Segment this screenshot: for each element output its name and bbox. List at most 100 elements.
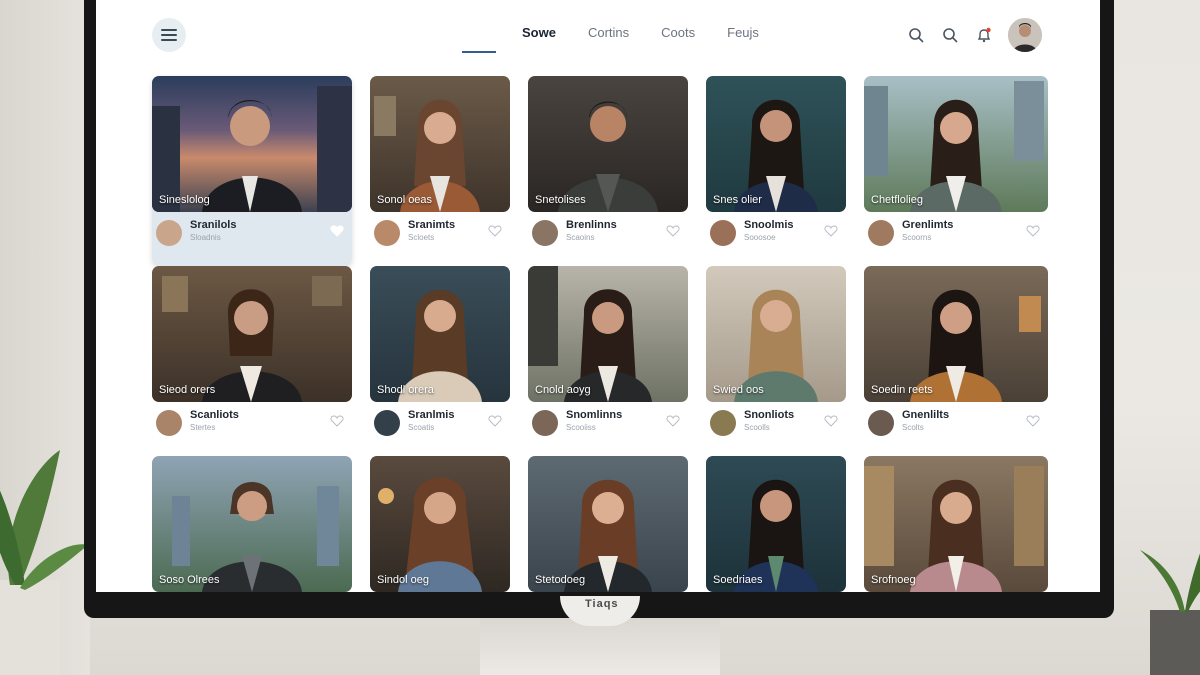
tab-cortins[interactable]: Cortins (572, 24, 645, 54)
avatar (374, 220, 400, 246)
card-meta: Snoolmis Sooosoe (706, 212, 846, 252)
toolbar-icons (906, 18, 1042, 52)
avatar (710, 410, 736, 436)
bell-icon[interactable] (974, 25, 994, 45)
card-caption: Swied oos (713, 384, 764, 396)
profile-card[interactable]: Sonol oeas Sranimts Scloets (370, 76, 510, 266)
heart-icon[interactable] (488, 414, 502, 428)
profile-card[interactable]: Snes olier Snoolmis Sooosoe (706, 76, 846, 266)
card-caption: Soedriaes (713, 574, 763, 586)
card-name: Sranimts (408, 219, 456, 231)
heart-icon[interactable] (1026, 414, 1040, 428)
card-name: Gnenlilts (902, 409, 950, 421)
app-screen: Sowe Cortins Coots Feujs Sineslolog Sran (96, 0, 1100, 592)
avatar (710, 220, 736, 246)
search-icon[interactable] (906, 25, 926, 45)
avatar (868, 410, 894, 436)
card-meta: Sranimts Scloets (370, 212, 510, 252)
profile-card[interactable]: Cnold aoyg Snomlinns Scooiiss (528, 266, 688, 456)
tab-coots[interactable]: Coots (645, 24, 711, 54)
heart-icon[interactable] (488, 224, 502, 238)
profile-photo: Sonol oeas (370, 76, 510, 212)
card-name: Brenlinns (566, 219, 617, 231)
card-caption: Sonol oeas (377, 194, 433, 206)
tab-feujs[interactable]: Feujs (711, 24, 775, 54)
profile-card[interactable]: Chetflolieg Grenlimts Scoorns (864, 76, 1048, 266)
heart-icon[interactable] (1026, 224, 1040, 238)
card-name: Snoolmis (744, 219, 794, 231)
profile-card[interactable]: Shodl orera Sranlmis Scoatis (370, 266, 510, 456)
profile-photo: Swied oos (706, 266, 846, 402)
card-caption: Sieod orers (159, 384, 216, 396)
profile-card[interactable]: Snetolises Brenlinns Scaoins (528, 76, 688, 266)
card-name: Sranilols (190, 219, 237, 231)
card-caption: Sineslolog (159, 194, 210, 206)
avatar (532, 220, 558, 246)
tab-sowe[interactable]: Sowe (506, 24, 572, 54)
profile-photo: Cnold aoyg (528, 266, 688, 402)
card-meta: Sranlmis Scoatis (370, 402, 510, 442)
user-avatar[interactable] (1008, 18, 1042, 52)
profile-photo: Shodl orera (370, 266, 510, 402)
heart-icon[interactable] (666, 414, 680, 428)
card-caption: Snetolises (535, 194, 586, 206)
card-row-1: Sineslolog Sranilols Sloadnis Sonol oeas … (152, 76, 1048, 266)
profile-photo: Snetolises (528, 76, 688, 212)
card-caption: Shodl orera (377, 384, 434, 396)
card-row-3: Soso Olrees Sindol oeg Stetodoeg Soedria… (152, 456, 1048, 592)
card-name: Snomlinns (566, 409, 623, 421)
profile-card[interactable]: Soedin reets Gnenlilts Scolts (864, 266, 1048, 456)
profile-photo: Chetflolieg (864, 76, 1048, 212)
active-tab-indicator (462, 51, 496, 53)
card-caption: Cnold aoyg (535, 384, 591, 396)
heart-icon[interactable] (666, 224, 680, 238)
search-icon[interactable] (940, 25, 960, 45)
card-meta: Grenlimts Scoorns (864, 212, 1048, 252)
card-name: Grenlimts (902, 219, 954, 231)
profile-photo: Stetodoeg (528, 456, 688, 592)
card-meta: Brenlinns Scaoins (528, 212, 688, 252)
heart-icon[interactable] (330, 224, 344, 238)
card-meta: Scanliots Stertes (152, 402, 352, 442)
card-subtitle: Stertes (190, 423, 216, 432)
profile-card[interactable]: Sieod orers Scanliots Stertes (152, 266, 352, 456)
profile-card[interactable]: Soso Olrees (152, 456, 352, 592)
heart-icon[interactable] (824, 414, 838, 428)
card-subtitle: Sooosoe (744, 233, 776, 242)
card-subtitle: Scloets (408, 233, 435, 242)
card-name: Scanliots (190, 409, 239, 421)
profile-card[interactable]: Swied oos Snonliots Scoolls (706, 266, 846, 456)
card-subtitle: Scoolls (744, 423, 770, 432)
profile-photo: Snes olier (706, 76, 846, 212)
profile-photo: Soso Olrees (152, 456, 352, 592)
card-subtitle: Scoatis (408, 423, 435, 432)
profile-card[interactable]: Srofnoeg (864, 456, 1048, 592)
card-caption: Srofnoeg (871, 574, 916, 586)
profile-card[interactable]: Sindol oeg (370, 456, 510, 592)
card-caption: Soedin reets (871, 384, 933, 396)
card-subtitle: Scolts (902, 423, 924, 432)
profile-card[interactable]: Sineslolog Sranilols Sloadnis (152, 76, 352, 266)
avatar (868, 220, 894, 246)
card-caption: Soso Olrees (159, 574, 220, 586)
avatar (532, 410, 558, 436)
heart-icon[interactable] (824, 224, 838, 238)
menu-button[interactable] (152, 18, 186, 52)
card-row-2: Sieod orers Scanliots Stertes Shodl orera… (152, 266, 1048, 456)
plant-right (1140, 550, 1200, 675)
monitor-brand: Tiaqs (585, 598, 619, 610)
profile-photo: Sineslolog (152, 76, 352, 212)
card-caption: Chetflolieg (871, 194, 923, 206)
card-subtitle: Scoorns (902, 233, 932, 242)
profile-photo: Soedriaes (706, 456, 846, 592)
avatar (156, 410, 182, 436)
hamburger-icon (161, 29, 177, 41)
card-name: Sranlmis (408, 409, 455, 421)
profile-card[interactable]: Stetodoeg (528, 456, 688, 592)
profile-card[interactable]: Soedriaes (706, 456, 846, 592)
card-subtitle: Scaoins (566, 233, 595, 242)
avatar (156, 220, 182, 246)
profile-photo: Sieod orers (152, 266, 352, 402)
card-meta: Gnenlilts Scolts (864, 402, 1048, 442)
heart-icon[interactable] (330, 414, 344, 428)
